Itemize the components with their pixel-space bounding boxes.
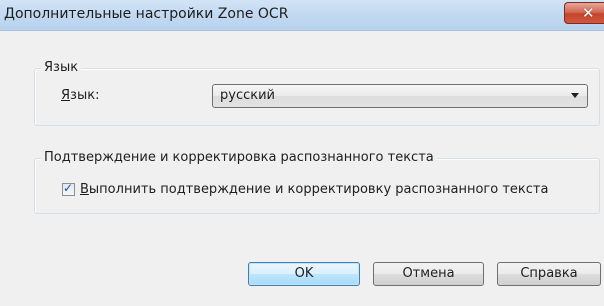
title-bar[interactable]: Дополнительные настройки Zone OCR ✕ xyxy=(0,0,604,31)
window-title: Дополнительные настройки Zone OCR xyxy=(4,6,289,22)
verify-text-checkbox[interactable]: ✓ xyxy=(62,181,75,196)
close-icon: ✕ xyxy=(582,4,595,22)
verify-text-label-text: ыполнить подтверждение и корректировку р… xyxy=(88,182,549,197)
verify-text-label-accesskey: В xyxy=(80,182,89,197)
language-label: Язык: xyxy=(61,88,99,103)
language-label-accesskey: Я xyxy=(61,88,71,103)
language-label-text: зык: xyxy=(70,88,100,103)
help-button[interactable]: Справка xyxy=(497,262,601,286)
verify-text-checkbox-label[interactable]: Выполнить подтверждение и корректировку … xyxy=(80,182,548,197)
verification-group-legend: Подтверждение и корректировка распознанн… xyxy=(41,150,437,165)
chevron-down-icon[interactable] xyxy=(571,93,579,98)
close-button[interactable]: ✕ xyxy=(564,2,604,24)
checkmark-icon: ✓ xyxy=(63,181,74,195)
language-group-legend: Язык xyxy=(41,60,82,75)
ok-button[interactable]: OK xyxy=(248,262,360,286)
cancel-button[interactable]: Отмена xyxy=(373,262,484,286)
language-select[interactable]: русский xyxy=(212,84,588,108)
dialog-window: Дополнительные настройки Zone OCR ✕ Язык… xyxy=(0,0,604,306)
language-select-value: русский xyxy=(220,88,275,103)
